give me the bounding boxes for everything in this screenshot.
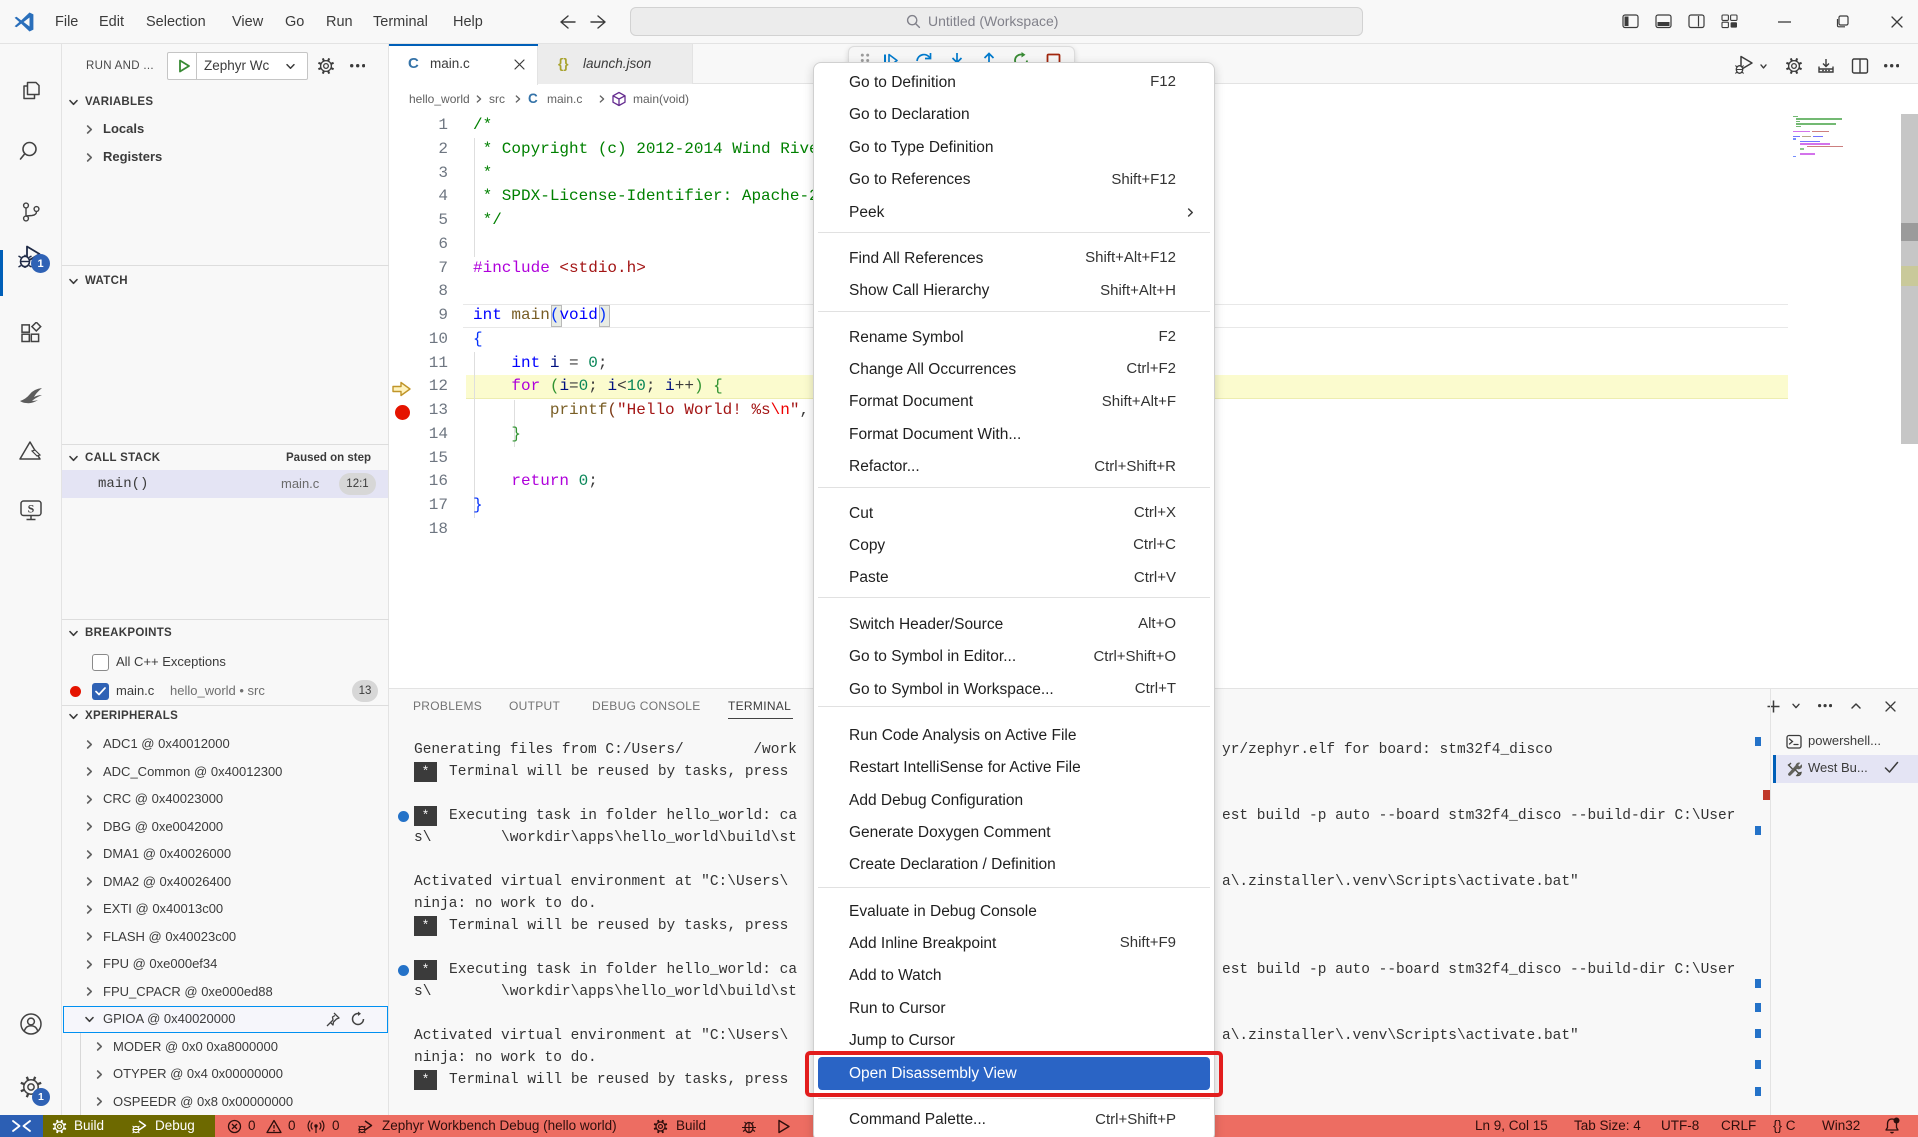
svg-text:S: S [28,502,35,516]
